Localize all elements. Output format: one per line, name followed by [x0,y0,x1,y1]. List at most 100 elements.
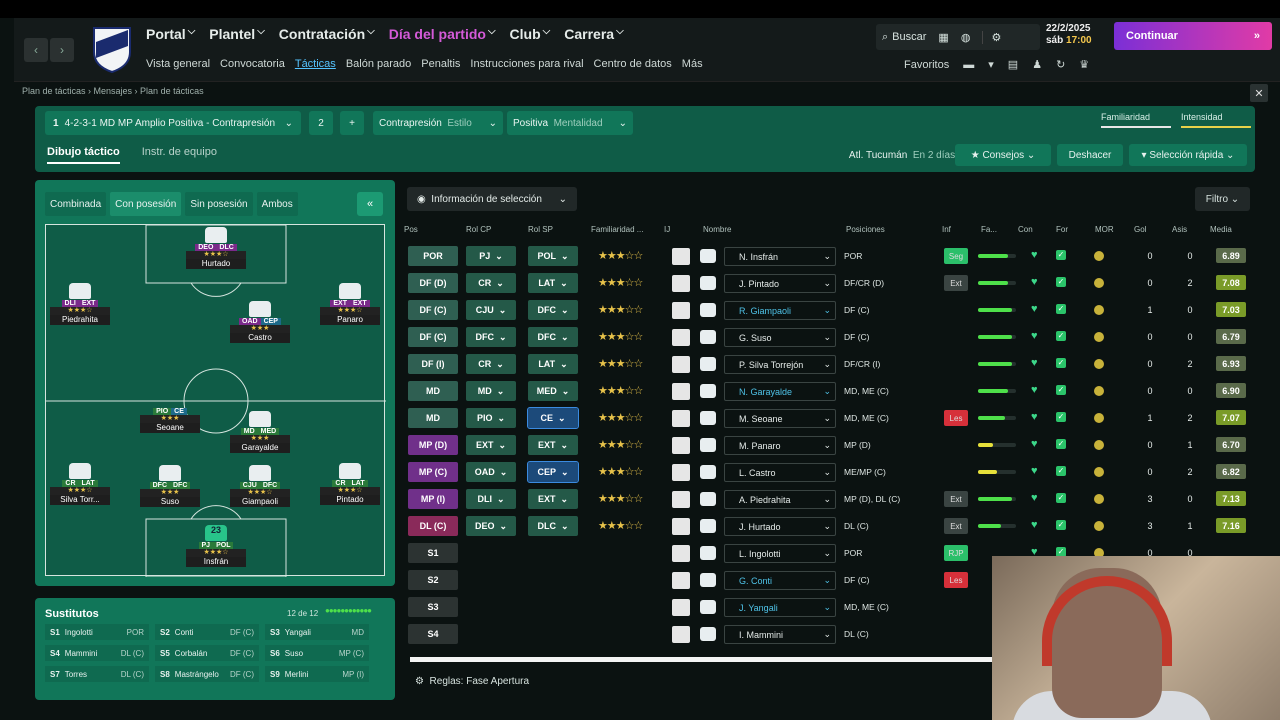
player-icon[interactable] [672,356,690,373]
table-row[interactable]: DF (C) CJU ⌄ DFC ⌄ ★★★☆☆ R. Giampaoli ⌄ DF (C)… [404,297,1252,323]
col-rol-cp[interactable]: Rol CP [466,225,491,234]
row-position[interactable]: DF (C) [408,327,458,347]
pitch-player[interactable]: MD MED ★★★ Garayalde [230,411,290,453]
player-icon[interactable] [672,626,690,643]
subnav-convocatoria[interactable]: Convocatoria [220,58,285,70]
trophy-icon[interactable]: ♛ [1079,58,1089,71]
notes-icon[interactable]: ▦ [938,31,948,44]
nav-club[interactable]: Club [510,26,541,42]
role-cp-select[interactable]: DLI ⌄ [466,489,516,509]
subnav-vista-general[interactable]: Vista general [146,58,210,70]
player-icon[interactable] [672,329,690,346]
sub-item[interactable]: S4 Mammini DL (C) [45,645,149,661]
row-position[interactable]: S1 [408,543,458,563]
player-name-select[interactable]: J. Yangali ⌄ [724,598,836,617]
role-cp-select[interactable]: CJU ⌄ [466,300,516,320]
row-position[interactable]: S2 [408,570,458,590]
tab-instr-equipo[interactable]: Instr. de equipo [142,146,217,164]
row-position[interactable]: MP (D) [408,435,458,455]
player-name-select[interactable]: L. Castro ⌄ [724,463,836,482]
pitch-player[interactable]: OAD CEP ★★★ Castro [230,301,290,343]
close-icon[interactable]: ✕ [1250,84,1268,102]
row-position[interactable]: MP (C) [408,462,458,482]
table-row[interactable]: MD MD ⌄ MED ⌄ ★★★☆☆ N. Garayalde ⌄ MD, ME (C) ♥… [404,378,1252,404]
shirt-icon[interactable]: ▾ [988,58,994,71]
role-sp-select[interactable]: MED ⌄ [528,381,578,401]
subnav-mas[interactable]: Más [682,58,703,70]
role-sp-select[interactable]: EXT ⌄ [528,435,578,455]
row-position[interactable]: DL (C) [408,516,458,536]
player-icon[interactable] [672,275,690,292]
col-posiciones[interactable]: Posiciones [846,225,885,234]
pitch-player[interactable]: CR LAT ★★★☆ Pintado [320,463,380,505]
col-familiaridad[interactable]: Familiaridad ... [591,225,643,234]
search-icon[interactable]: ⌕ [876,31,892,44]
col-gol[interactable]: Gol [1134,225,1146,234]
player-name-select[interactable]: I. Mammini ⌄ [724,625,836,644]
sub-item[interactable]: S7 Torres DL (C) [45,666,149,682]
col-media[interactable]: Media [1210,225,1232,234]
row-position[interactable]: MD [408,381,458,401]
info-badge[interactable]: Seg [944,248,968,264]
sub-item[interactable]: S6 Suso MP (C) [265,645,369,661]
continue-button[interactable]: Continuar » [1114,22,1272,50]
table-row[interactable]: DF (C) DFC ⌄ DFC ⌄ ★★★☆☆ G. Suso ⌄ DF (C) ♥ ✓ 0 0 6… [404,324,1252,350]
player-icon[interactable] [672,518,690,535]
row-position[interactable]: DF (C) [408,300,458,320]
mentality-selector[interactable]: Positiva Mentalidad ⌄ [507,111,633,135]
subnav-instrucciones-rival[interactable]: Instrucciones para rival [470,58,583,70]
tab-combinada[interactable]: Combinada [45,192,107,216]
player-icon[interactable] [672,572,690,589]
role-cp-select[interactable]: EXT ⌄ [466,435,516,455]
table-row[interactable]: POR PJ ⌄ POL ⌄ ★★★☆☆ N. Insfrán ⌄ POR Seg ♥ ✓ 0 0 6.… [404,243,1252,269]
role-sp-select[interactable]: LAT ⌄ [528,273,578,293]
info-badge[interactable]: Ext [944,275,968,291]
horizontal-scrollbar[interactable] [410,657,1000,662]
row-position[interactable]: DF (D) [408,273,458,293]
subnav-tacticas[interactable]: Tácticas [295,58,336,70]
player-icon[interactable] [672,437,690,454]
sub-item[interactable]: S5 Corbalán DF (C) [155,645,259,661]
tab-sin-posesion[interactable]: Sin posesión [185,192,253,216]
role-cp-select[interactable]: OAD ⌄ [466,462,516,482]
sub-item[interactable]: S1 Ingolotti POR [45,624,149,640]
player-icon[interactable] [672,545,690,562]
col-con[interactable]: Con [1018,225,1033,234]
col-inf[interactable]: Inf [942,225,951,234]
player-name-select[interactable]: N. Garayalde ⌄ [724,382,836,401]
info-badge[interactable]: RJP [944,545,968,561]
sub-item[interactable]: S3 Yangali MD [265,624,369,640]
pitch-player[interactable]: DFC DFC ★★★ Suso [140,465,200,507]
table-row[interactable]: MD PIO ⌄ CE ⌄ ★★★☆☆ M. Seoane ⌄ MD, ME (C) Les ♥… [404,405,1252,431]
player-name-select[interactable]: J. Pintado ⌄ [724,274,836,293]
player-name-select[interactable]: L. Ingolotti ⌄ [724,544,836,563]
nav-carrera[interactable]: Carrera [564,26,614,42]
pitch-player[interactable]: CR LAT ★★★☆ Silva Torr... [50,463,110,505]
player-name-select[interactable]: R. Giampaoli ⌄ [724,301,836,320]
col-nombre[interactable]: Nombre [703,225,731,234]
player-icon[interactable] [672,248,690,265]
tab-ambos[interactable]: Ambos [256,192,298,216]
pitch-player[interactable]: CJU DFC ★★★☆ Giampaoli [230,465,290,507]
col-fa[interactable]: Fa... [981,225,997,234]
player-icon[interactable] [672,599,690,616]
role-cp-select[interactable]: CR ⌄ [466,354,516,374]
undo-button[interactable]: Deshacer [1057,144,1123,166]
search-button[interactable]: Buscar [892,31,926,43]
info-badge[interactable]: Ext [944,491,968,507]
consejos-button[interactable]: ★ Consejos ⌄ [955,144,1051,166]
nav-dia-partido[interactable]: Día del partido [389,26,486,42]
pitch-player[interactable]: DLI EXT ★★★☆ Piedrahita [50,283,110,325]
breadcrumb[interactable]: Plan de tácticas › Mensajes › Plan de tá… [22,86,204,96]
table-row[interactable]: MP (D) EXT ⌄ EXT ⌄ ★★★☆☆ M. Panaro ⌄ MP (D) ♥ ✓ 0… [404,432,1252,458]
player-icon[interactable] [672,410,690,427]
col-ij[interactable]: IJ [664,225,670,234]
row-position[interactable]: MD [408,408,458,428]
row-position[interactable]: S3 [408,597,458,617]
table-row[interactable]: MP (I) DLI ⌄ EXT ⌄ ★★★☆☆ A. Piedrahita ⌄ MP (D… [404,486,1252,512]
role-cp-select[interactable]: CR ⌄ [466,273,516,293]
row-position[interactable]: DF (I) [408,354,458,374]
player-icon[interactable] [672,383,690,400]
row-position[interactable]: MP (I) [408,489,458,509]
info-badge[interactable]: Ext [944,518,968,534]
